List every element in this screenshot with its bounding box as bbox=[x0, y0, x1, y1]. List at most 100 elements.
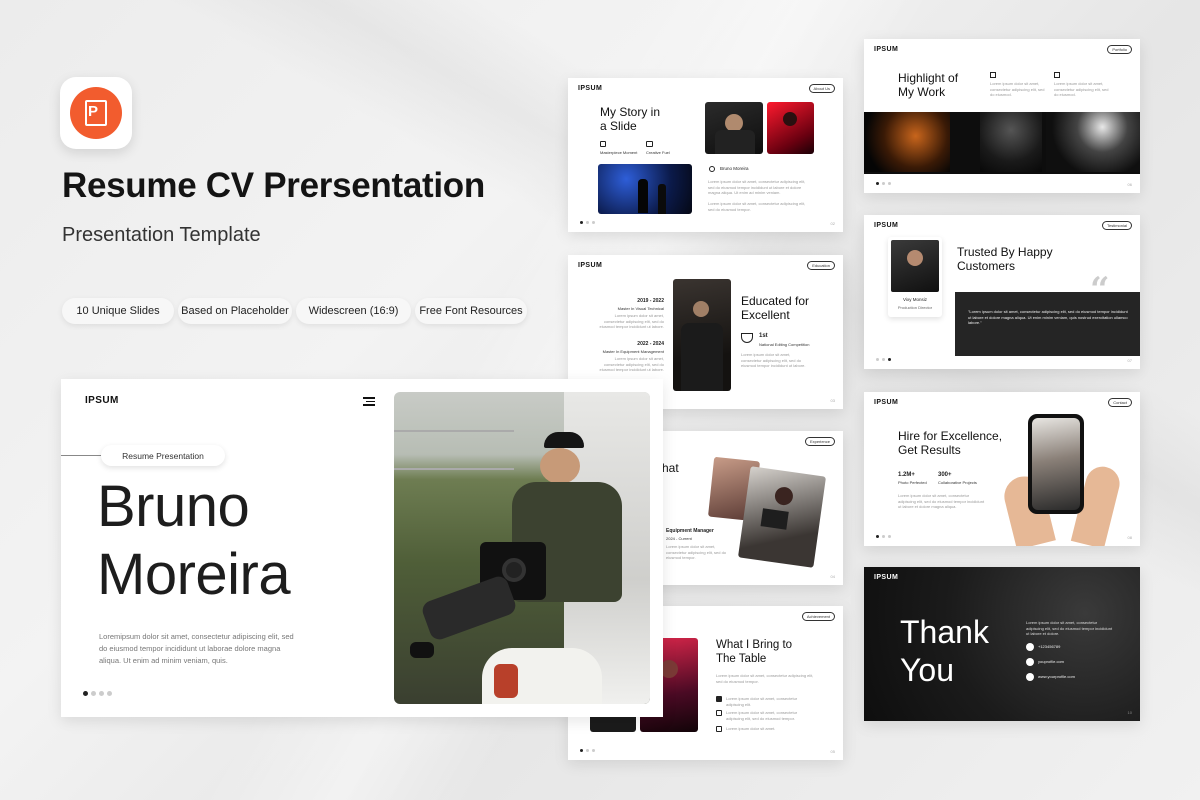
main-name-line2: Moreira bbox=[97, 542, 291, 607]
page-title: Resume CV Prersentation bbox=[62, 166, 485, 205]
icon2-label: Creative Fuel bbox=[646, 150, 670, 155]
globe-icon bbox=[1026, 673, 1034, 681]
slide-heading: What I Bring to The Table bbox=[716, 639, 793, 665]
award-text: Lorem ipsum dolor sit amet, consectetur … bbox=[741, 352, 806, 368]
main-name-line1: Bruno bbox=[97, 474, 250, 539]
page-subtitle: Presentation Template bbox=[62, 224, 261, 246]
edu-text-1: Lorem ipsum dolor sit amet, consectetur … bbox=[599, 313, 664, 329]
photo-studio-light bbox=[1046, 112, 1140, 172]
experience-role: Equipment Manager bbox=[666, 528, 714, 534]
menu-icon[interactable] bbox=[363, 397, 375, 406]
contact-email: youprofile.com bbox=[1038, 659, 1065, 664]
stat-2-value: 300+ bbox=[938, 472, 952, 478]
check-icon bbox=[716, 696, 722, 702]
achievement-intro: Lorem ipsum dolor sit amet, consectetur … bbox=[716, 673, 814, 684]
slide-dots bbox=[83, 691, 112, 696]
slide-contact: IPSUM Contact Hire for Excellence, Get Re… bbox=[864, 392, 1140, 546]
page-number: 07 bbox=[1127, 358, 1132, 363]
edu-year-1: 2019 - 2022 bbox=[637, 298, 664, 304]
hand-holding-phone bbox=[1000, 412, 1124, 546]
thank-line1: Thank bbox=[900, 614, 989, 650]
powerpoint-app-icon: P bbox=[60, 77, 132, 149]
home-icon bbox=[990, 72, 996, 78]
user-icon bbox=[709, 166, 715, 172]
slide-logo: IPSUM bbox=[874, 574, 899, 581]
edu-text-2: Lorem ipsum dolor sit amet, consectetur … bbox=[599, 356, 664, 372]
slide-heading: Hire for Excellence, Get Results bbox=[898, 429, 1003, 457]
image-icon bbox=[646, 141, 653, 147]
slide-tag: Portfolio bbox=[1107, 45, 1132, 54]
page-number: 05 bbox=[830, 749, 835, 754]
person-name: Bruno Moreira bbox=[720, 166, 749, 171]
main-tag: Resume Presentation bbox=[101, 445, 225, 466]
photo-cameraman bbox=[705, 102, 763, 154]
slide-heading: Trusted By Happy Customers bbox=[957, 245, 1053, 273]
slide-heading-fragment: hat bbox=[662, 461, 679, 475]
slide-tag: Experience bbox=[804, 437, 835, 446]
trophy-icon bbox=[741, 333, 753, 343]
slide-tag: Achievement bbox=[801, 612, 835, 621]
page-number: 04 bbox=[830, 574, 835, 579]
stat-1-value: 1.2M+ bbox=[898, 472, 915, 478]
main-body-text: Loremipsum dolor sit amet, consectetur a… bbox=[99, 632, 294, 665]
slide-tag: Education bbox=[807, 261, 835, 270]
feature-pill-fonts: Free Font Resources bbox=[415, 298, 527, 324]
portfolio-text-1: Lorem ipsum dolor sit amet, consectetur … bbox=[990, 81, 1045, 97]
powerpoint-icon: P bbox=[70, 87, 122, 139]
home-icon bbox=[1054, 72, 1060, 78]
portfolio-text-2: Lorem ipsum dolor sit amet, consectetur … bbox=[1054, 81, 1109, 97]
slide-heading: Highlight of My Work bbox=[898, 71, 959, 99]
phone-icon bbox=[1026, 643, 1034, 651]
contact-text: Lorem ipsum dolor sit amet, consectetur … bbox=[898, 493, 985, 509]
slide-my-story: IPSUM About Us My Story in a Slide Master… bbox=[568, 78, 843, 232]
photo-hooded-figure bbox=[980, 112, 1042, 172]
slide-logo: IPSUM bbox=[578, 262, 603, 269]
contact-web: www.yourprofile.com bbox=[1038, 674, 1075, 679]
slide-dots bbox=[876, 182, 891, 185]
slide-portfolio: IPSUM Portfolio Highlight of My Work Lore… bbox=[864, 39, 1140, 193]
contact-phone: +123456789 bbox=[1038, 644, 1061, 649]
page-number: 06 bbox=[1127, 182, 1132, 187]
experience-period: 2024 - Current bbox=[666, 536, 692, 541]
slide-tag: About Us bbox=[808, 84, 835, 93]
award-label: National Editing Competition bbox=[759, 342, 810, 347]
slide-logo: IPSUM bbox=[874, 399, 899, 406]
achievement-item-2: Lorem ipsum dolor sit amet, consectetur … bbox=[726, 710, 798, 721]
slide-dots bbox=[580, 749, 595, 752]
photo-red-scene bbox=[767, 102, 814, 154]
slide-thank-you: IPSUM Thank You Lorem ipsum dolor sit am… bbox=[864, 567, 1140, 721]
customer-name: Vixy Monsiz bbox=[903, 297, 927, 302]
experience-text: Lorem ipsum dolor sit amet, consectetur … bbox=[666, 544, 727, 560]
page-number: 02 bbox=[830, 221, 835, 226]
photo-photographer-car bbox=[394, 392, 650, 704]
photo-camera-woman bbox=[737, 466, 827, 568]
photo-concert bbox=[598, 164, 692, 214]
feature-pill-widescreen: Widescreen (16:9) bbox=[296, 298, 411, 324]
achievement-item-3: Lorem ipsum dolor sit amet. bbox=[726, 726, 776, 731]
slide-main-cover: IPSUM Resume Presentation Bruno Moreira … bbox=[61, 379, 663, 717]
page-number: 08 bbox=[1127, 535, 1132, 540]
stat-1-label: Photo Perfected bbox=[898, 480, 927, 485]
profile-card: Vixy Monsiz Production Director bbox=[888, 237, 942, 317]
edu-degree-1: Master In Visual Technical bbox=[617, 306, 664, 311]
thanks-text: Lorem ipsum dolor sit amet, consectetur … bbox=[1026, 620, 1113, 636]
story-text-1: Lorem ipsum dolor sit amet, consectetur … bbox=[708, 179, 806, 195]
achievement-item-1: Lorem ipsum dolor sit amet, consectetur … bbox=[726, 696, 798, 707]
quote-text: "Lorem ipsum dolor sit amet, consectetur… bbox=[968, 309, 1128, 325]
page-number: 03 bbox=[830, 398, 835, 403]
slide-logo: IPSUM bbox=[874, 222, 899, 229]
slide-heading: My Story in a Slide bbox=[600, 105, 661, 133]
photo-camera-operator bbox=[673, 279, 731, 391]
target-icon bbox=[600, 141, 606, 147]
thank-line2: You bbox=[900, 652, 954, 688]
slide-testimonial: IPSUM Testimonial Vixy Monsiz Production… bbox=[864, 215, 1140, 369]
edu-degree-2: Master In Equipment Management bbox=[602, 349, 664, 354]
check-icon bbox=[716, 726, 722, 732]
slide-tag: Contact bbox=[1108, 398, 1132, 407]
slide-heading: Educated for Excellent bbox=[741, 294, 810, 322]
feature-pill-slides: 10 Unique Slides bbox=[62, 298, 174, 324]
page-number: 10 bbox=[1127, 710, 1132, 715]
slide-logo: IPSUM bbox=[578, 85, 603, 92]
feature-pill-placeholder: Based on Placeholder bbox=[178, 298, 292, 324]
slide-logo: IPSUM bbox=[85, 395, 119, 406]
